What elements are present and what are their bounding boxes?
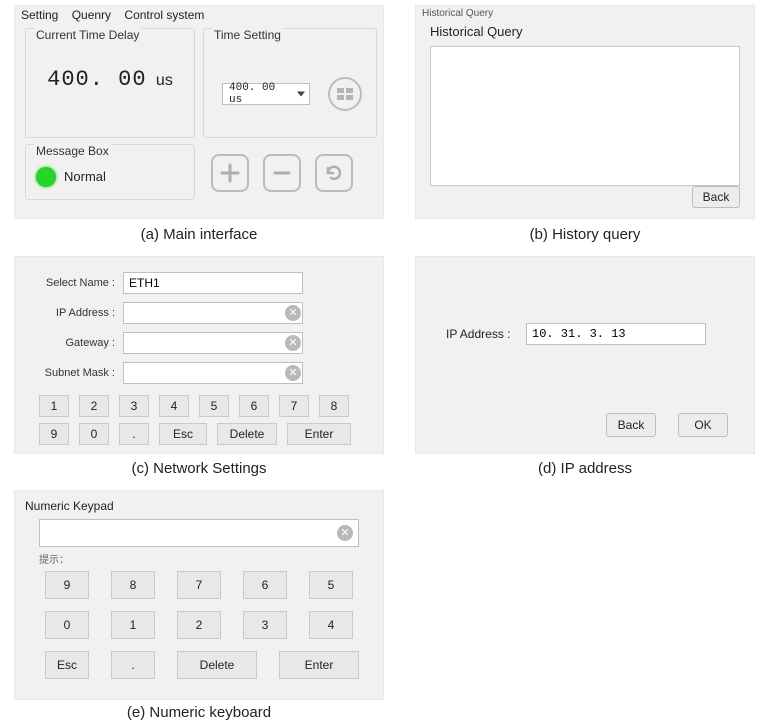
keypad-row2: 0 1 2 3 4 <box>45 611 353 639</box>
subnet-input[interactable] <box>123 362 303 384</box>
caption-d: (d) IP address <box>415 460 755 477</box>
status-text: Normal <box>64 169 106 184</box>
clear-subnet-button[interactable]: ✕ <box>285 365 301 381</box>
label-select-name: Select Name : <box>15 277 115 289</box>
label-ip-address: IP Address : <box>15 307 115 319</box>
gateway-input[interactable] <box>123 332 303 354</box>
time-setting-select[interactable]: 400. 00 us <box>222 83 310 105</box>
caption-a: (a) Main interface <box>14 226 384 243</box>
menu-query[interactable]: Quenry <box>72 8 111 22</box>
keypad-key-4[interactable]: 4 <box>309 611 353 639</box>
network-keypad-row1: 1 2 3 4 5 6 7 8 <box>39 395 349 417</box>
clear-ip-button[interactable]: ✕ <box>285 305 301 321</box>
keypad-key-9[interactable]: 9 <box>45 571 89 599</box>
key-5[interactable]: 5 <box>199 395 229 417</box>
status-indicator-icon <box>36 167 56 187</box>
key-dot[interactable]: . <box>119 423 149 445</box>
caption-c: (c) Network Settings <box>14 460 384 477</box>
ip-address-input[interactable] <box>123 302 303 324</box>
ok-button[interactable]: OK <box>678 413 728 437</box>
keypad-title: Numeric Keypad <box>25 499 114 513</box>
keypad-key-8[interactable]: 8 <box>111 571 155 599</box>
key-enter[interactable]: Enter <box>287 423 351 445</box>
label-ip-address-d: IP Address : <box>446 327 510 341</box>
key-6[interactable]: 6 <box>239 395 269 417</box>
keypad-key-esc[interactable]: Esc <box>45 651 89 679</box>
network-keypad-row2: 9 0 . Esc Delete Enter <box>39 423 351 445</box>
keypad-key-1[interactable]: 1 <box>111 611 155 639</box>
keypad-hint: 提示： <box>39 551 69 566</box>
minus-icon <box>272 163 292 183</box>
group-title-time-setting: Time Setting <box>212 28 283 42</box>
group-title-message-box: Message Box <box>34 144 111 158</box>
keypad-row1: 9 8 7 6 5 <box>45 571 353 599</box>
back-button[interactable]: Back <box>692 186 740 208</box>
key-8[interactable]: 8 <box>319 395 349 417</box>
panel-main-interface: Setting Quenry Control system Current Ti… <box>14 5 384 219</box>
key-1[interactable]: 1 <box>39 395 69 417</box>
label-subnet: Subnet Mask : <box>15 367 115 379</box>
key-3[interactable]: 3 <box>119 395 149 417</box>
close-icon: ✕ <box>288 337 297 349</box>
group-title-delay: Current Time Delay <box>34 28 141 42</box>
panel-title-history: Historical Query <box>430 24 522 39</box>
panel-numeric-keypad: Numeric Keypad ✕ 提示： 9 8 7 6 5 0 1 2 3 4… <box>14 490 384 700</box>
panel-ip-address: IP Address : Back OK <box>415 256 755 454</box>
history-listbox[interactable] <box>430 46 740 186</box>
group-time-setting: Time Setting 400. 00 us <box>203 28 377 138</box>
clear-gateway-button[interactable]: ✕ <box>285 335 301 351</box>
keypad-key-delete[interactable]: Delete <box>177 651 257 679</box>
menu-setting[interactable]: Setting <box>21 8 58 22</box>
chevron-down-icon <box>297 92 305 97</box>
increment-button[interactable] <box>211 154 249 192</box>
window-title-history: Historical Query <box>422 8 493 19</box>
key-9[interactable]: 9 <box>39 423 69 445</box>
delay-value: 400. 00 <box>47 67 146 92</box>
keypad-key-6[interactable]: 6 <box>243 571 287 599</box>
select-name-input[interactable] <box>123 272 303 294</box>
keypad-row3: Esc . Delete Enter <box>45 651 359 679</box>
refresh-icon <box>323 162 345 184</box>
keypad-key-0[interactable]: 0 <box>45 611 89 639</box>
keypad-key-3[interactable]: 3 <box>243 611 287 639</box>
key-delete[interactable]: Delete <box>217 423 277 445</box>
grid-icon <box>337 88 353 100</box>
keypad-key-2[interactable]: 2 <box>177 611 221 639</box>
key-0[interactable]: 0 <box>79 423 109 445</box>
delay-readout: 400. 00 us <box>26 67 194 92</box>
menu-control-system[interactable]: Control system <box>124 8 204 22</box>
group-message-box: Message Box Normal <box>25 144 195 200</box>
keypad-key-5[interactable]: 5 <box>309 571 353 599</box>
back-button-d[interactable]: Back <box>606 413 656 437</box>
back-label-d: Back <box>618 418 645 432</box>
key-esc[interactable]: Esc <box>159 423 207 445</box>
refresh-button[interactable] <box>315 154 353 192</box>
panel-network-settings: Select Name : IP Address : ✕ Gateway : ✕… <box>14 256 384 454</box>
plus-icon <box>220 163 240 183</box>
keypad-key-7[interactable]: 7 <box>177 571 221 599</box>
group-current-time-delay: Current Time Delay 400. 00 us <box>25 28 195 138</box>
delay-unit: us <box>156 72 173 89</box>
key-2[interactable]: 2 <box>79 395 109 417</box>
close-icon: ✕ <box>288 307 297 319</box>
label-gateway: Gateway : <box>15 337 115 349</box>
clear-display-button[interactable]: ✕ <box>337 525 353 541</box>
back-button-label: Back <box>703 190 730 204</box>
caption-e: (e) Numeric keyboard <box>14 704 384 721</box>
keypad-key-dot[interactable]: . <box>111 651 155 679</box>
ip-address-field[interactable] <box>526 323 706 345</box>
menu-bar: Setting Quenry Control system <box>21 8 214 22</box>
panel-history-query: Historical Query Historical Query Back <box>415 5 755 219</box>
time-setting-value: 400. 00 us <box>229 82 289 106</box>
apply-button[interactable] <box>328 77 362 111</box>
decrement-button[interactable] <box>263 154 301 192</box>
caption-b: (b) History query <box>415 226 755 243</box>
close-icon: ✕ <box>340 527 349 539</box>
close-icon: ✕ <box>288 367 297 379</box>
ok-label: OK <box>694 418 711 432</box>
key-4[interactable]: 4 <box>159 395 189 417</box>
keypad-display[interactable] <box>39 519 359 547</box>
key-7[interactable]: 7 <box>279 395 309 417</box>
keypad-key-enter[interactable]: Enter <box>279 651 359 679</box>
